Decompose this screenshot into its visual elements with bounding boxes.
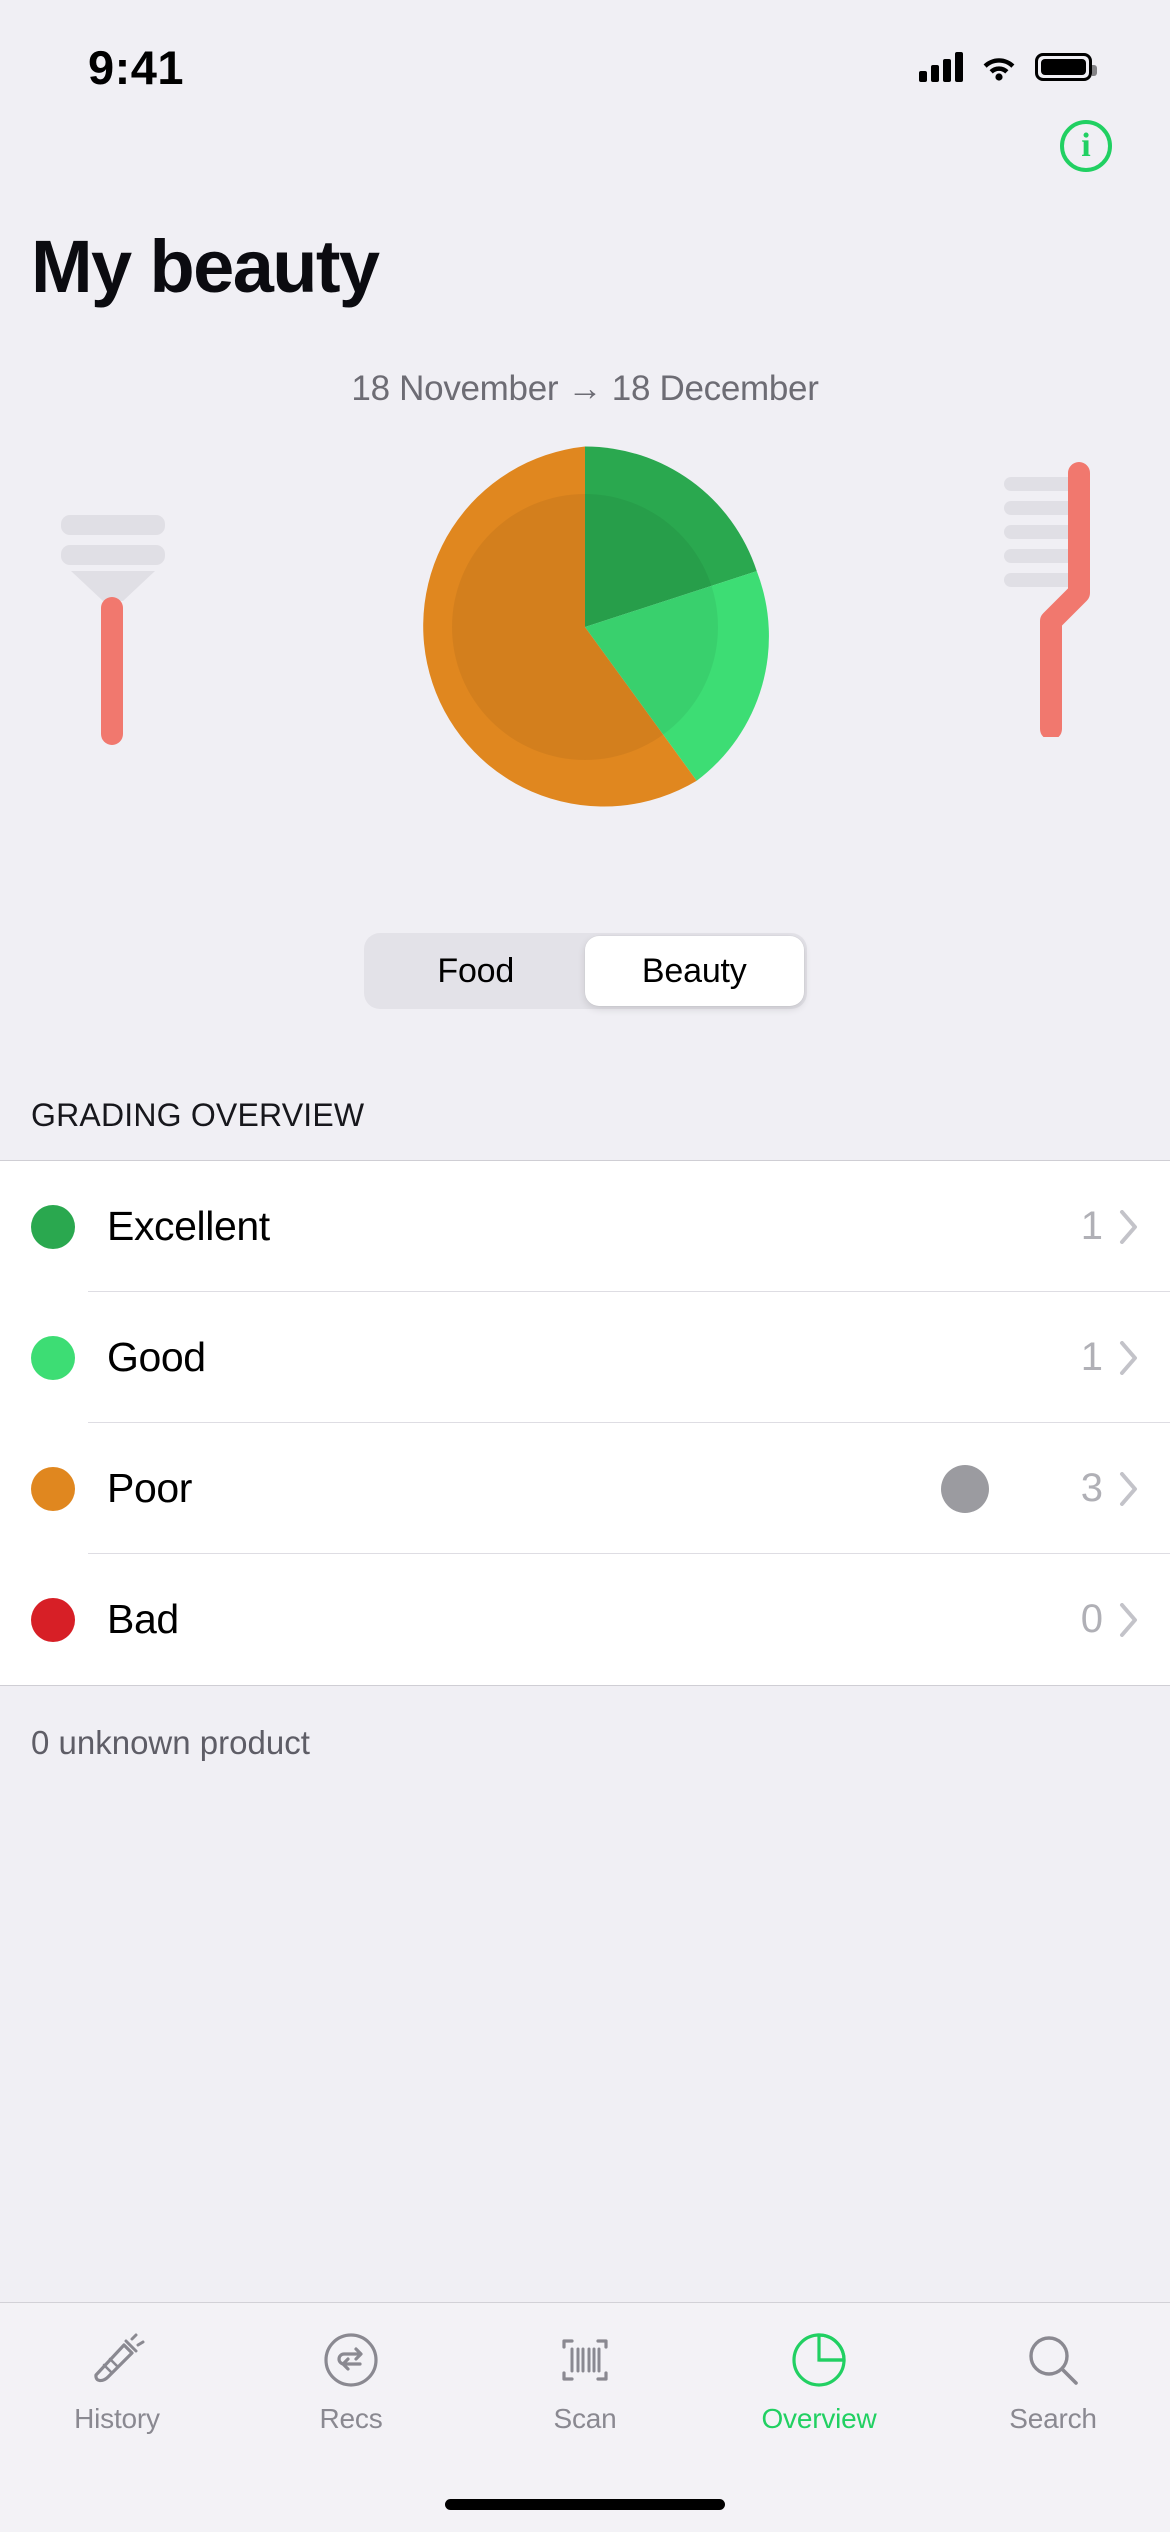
chevron-right-icon[interactable]: [1119, 1471, 1139, 1506]
segmented-control[interactable]: Food Beauty: [363, 933, 807, 1009]
chevron-right-icon[interactable]: [1119, 1602, 1139, 1637]
section-header-grading-overview: GRADING OVERVIEW: [31, 1097, 365, 1133]
row-trailing: 0: [1081, 1597, 1170, 1642]
pie-chart-icon: [790, 2329, 848, 2391]
table-row[interactable]: Good 1: [0, 1292, 1170, 1423]
date-range-label[interactable]: 18 November → 18 December: [0, 369, 1170, 409]
table-row[interactable]: Bad 0: [0, 1554, 1170, 1685]
row-trailing: 1: [1081, 1204, 1170, 1249]
segment-beauty[interactable]: Beauty: [585, 936, 804, 1006]
info-circle-icon[interactable]: i: [1060, 120, 1112, 172]
home-indicator[interactable]: [445, 2499, 725, 2510]
grade-dot-bad: [31, 1597, 75, 1642]
tab-bar: History Recs Scan Overview Search: [0, 2302, 1170, 2532]
grade-dot-poor: [31, 1466, 75, 1511]
chart-area: [0, 437, 1170, 867]
row-count: 1: [1080, 1204, 1103, 1248]
segmented-control-wrap: Food Beauty: [0, 933, 1170, 1009]
razor-icon: [61, 515, 165, 745]
row-count: 0: [1080, 1597, 1103, 1641]
cellular-bars-icon: [919, 52, 963, 82]
wifi-icon: [983, 57, 1015, 81]
grading-overview-list: Excellent 1 Good 1 Poor 3 Bad 0: [0, 1160, 1170, 1685]
battery-full-icon: [1035, 53, 1097, 81]
pie-inner-shade: [452, 494, 718, 760]
tab-overview[interactable]: Overview: [702, 2329, 936, 2435]
toothbrush-icon: [1004, 462, 1090, 737]
tab-history[interactable]: History: [0, 2329, 234, 2435]
tab-scan[interactable]: Scan: [468, 2329, 702, 2435]
row-label: Good: [107, 1334, 206, 1380]
tab-label: Scan: [553, 2403, 617, 2434]
status-bar-indicators: [919, 52, 1097, 82]
swap-circle-icon: [322, 2329, 380, 2391]
row-count: 3: [1080, 1466, 1103, 1510]
touch-indicator-dot: [940, 1464, 989, 1513]
row-label: Excellent: [107, 1203, 270, 1249]
row-label: Bad: [107, 1596, 179, 1642]
info-button-row: i: [0, 120, 1170, 198]
row-label: Poor: [107, 1465, 193, 1511]
page-title: My beauty: [31, 225, 380, 308]
tab-label: Recs: [319, 2403, 383, 2434]
chevron-right-icon[interactable]: [1119, 1340, 1139, 1375]
tab-search[interactable]: Search: [936, 2329, 1170, 2435]
pie-chart[interactable]: [395, 437, 775, 817]
table-row[interactable]: Poor 3: [0, 1423, 1170, 1554]
tab-label: Search: [1009, 2403, 1097, 2434]
status-bar: 9:41: [0, 0, 1170, 120]
row-trailing: 1: [1081, 1335, 1170, 1380]
barcode-icon: [556, 2329, 614, 2391]
table-row[interactable]: Excellent 1: [0, 1161, 1170, 1292]
tab-recs[interactable]: Recs: [234, 2329, 468, 2435]
carrot-icon: [88, 2329, 146, 2391]
magnifier-icon: [1024, 2329, 1082, 2391]
row-trailing: 3: [940, 1464, 1170, 1513]
grade-dot-good: [31, 1335, 75, 1380]
unknown-product-note: 0 unknown product: [0, 1685, 1170, 1789]
status-bar-time: 9:41: [88, 40, 185, 94]
segment-food[interactable]: Food: [367, 936, 586, 1006]
row-count: 1: [1080, 1335, 1103, 1379]
grade-dot-excellent: [31, 1204, 75, 1249]
chevron-right-icon[interactable]: [1119, 1209, 1139, 1244]
tab-label: Overview: [761, 2403, 877, 2434]
tab-label: History: [74, 2403, 160, 2434]
